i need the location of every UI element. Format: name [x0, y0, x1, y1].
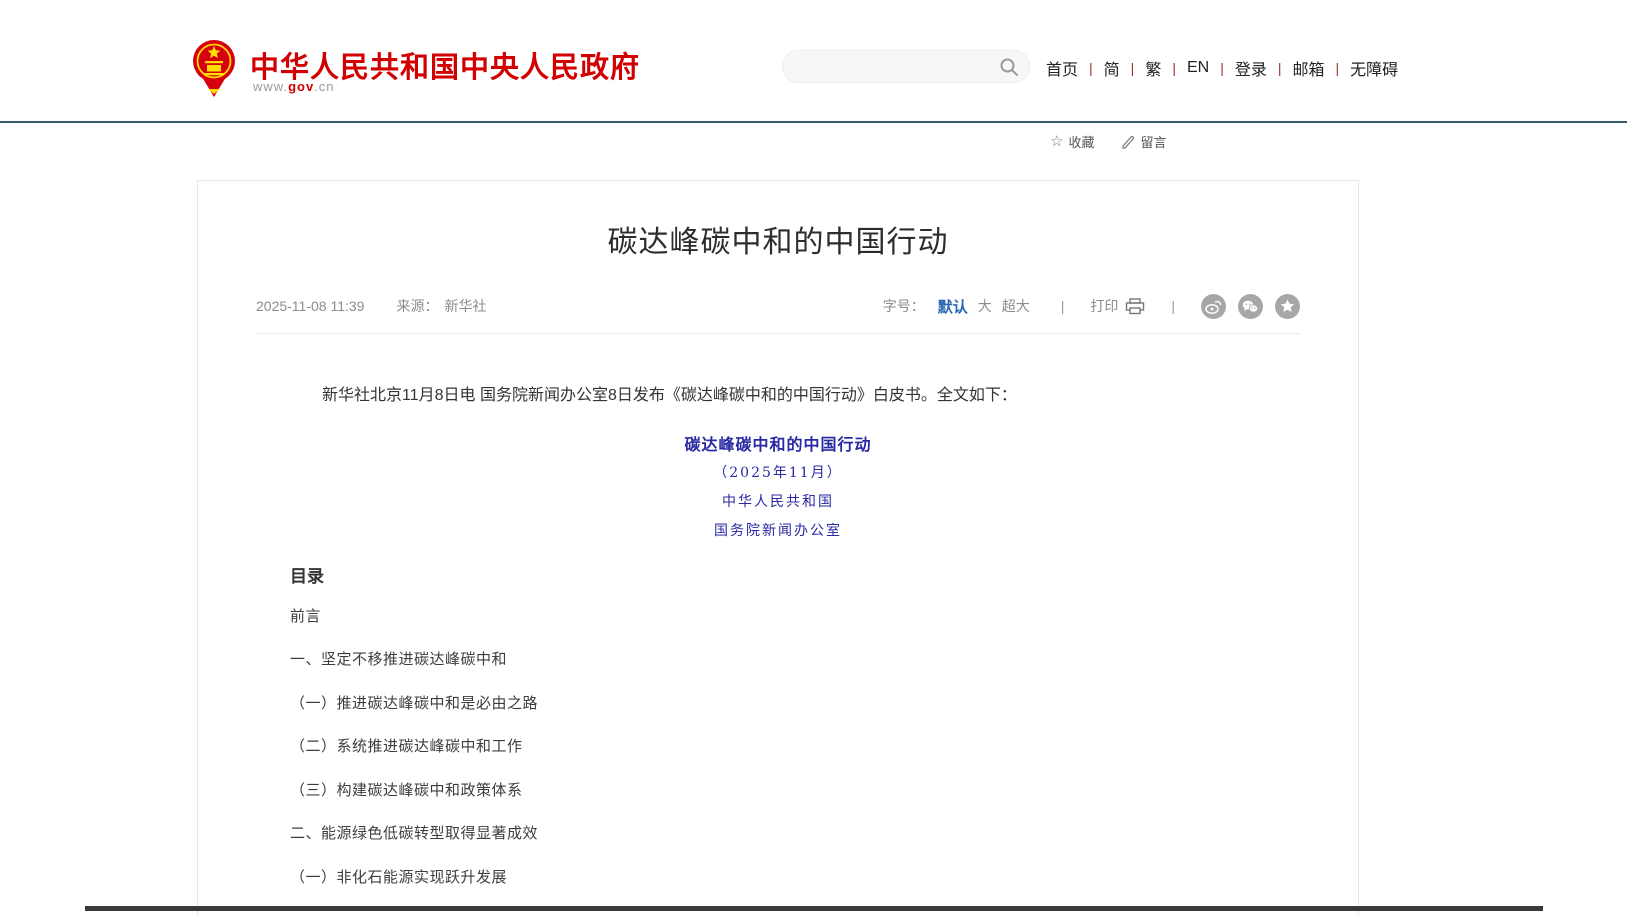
- nav-login[interactable]: 登录: [1235, 56, 1267, 80]
- search-box[interactable]: [782, 50, 1030, 83]
- document-date: （2025年11月）: [198, 462, 1358, 482]
- page: 中华人民共和国中央人民政府 www.gov.cn 首页 | 简 | 繁 | EN…: [0, 0, 1627, 915]
- wechat-share-icon[interactable]: [1238, 294, 1263, 319]
- fontsize-default-button[interactable]: 默认: [938, 296, 968, 317]
- printer-icon: [1125, 298, 1145, 315]
- favorite-label: 收藏: [1068, 132, 1094, 151]
- article-card: 碳达峰碳中和的中国行动 2025-11-08 11:39 来源： 新华社 字号：…: [197, 180, 1359, 915]
- bottom-edge-bar: [85, 906, 1543, 911]
- more-share-star-icon[interactable]: [1275, 294, 1300, 319]
- document-org-line2: 国务院新闻办公室: [198, 520, 1358, 540]
- toc-item: 二、能源绿色低碳转型取得显著成效: [290, 822, 538, 843]
- nav-separator: |: [1131, 60, 1135, 76]
- nav-separator: |: [1220, 60, 1224, 76]
- meta-divider: [256, 333, 1300, 334]
- nav-home[interactable]: 首页: [1046, 56, 1078, 80]
- message-label: 留言: [1140, 132, 1166, 151]
- meta-left: 2025-11-08 11:39 来源： 新华社: [256, 296, 486, 316]
- toc-item: 前言: [290, 605, 321, 626]
- message-button[interactable]: 留言: [1122, 132, 1166, 151]
- document-title: 碳达峰碳中和的中国行动: [198, 431, 1358, 455]
- article-title: 碳达峰碳中和的中国行动: [198, 217, 1358, 261]
- favorite-star-icon: ☆: [1050, 134, 1063, 149]
- share-icons: [1201, 294, 1300, 319]
- favorite-button[interactable]: ☆ 收藏: [1050, 132, 1094, 151]
- nav-separator: |: [1089, 60, 1093, 76]
- nav-simplified[interactable]: 简: [1104, 56, 1120, 80]
- toc-heading: 目录: [290, 562, 324, 587]
- print-button[interactable]: 打印: [1090, 296, 1145, 316]
- toc-item: （一）推进碳达峰碳中和是必由之路: [290, 692, 538, 713]
- fontsize-xlarge-button[interactable]: 超大: [1002, 296, 1030, 316]
- document-org-line1: 中华人民共和国: [198, 491, 1358, 511]
- nav-traditional[interactable]: 繁: [1145, 56, 1161, 80]
- search-input[interactable]: [799, 51, 999, 82]
- nav-english[interactable]: EN: [1187, 59, 1209, 77]
- site-url[interactable]: www.gov.cn: [253, 79, 335, 94]
- toc-item: （二）系统推进碳达峰碳中和工作: [290, 735, 523, 756]
- print-label: 打印: [1090, 296, 1118, 316]
- national-emblem-logo[interactable]: [192, 39, 236, 97]
- top-nav: 首页 | 简 | 繁 | EN | 登录 | 邮箱 | 无障碍: [1046, 56, 1398, 80]
- nav-separator: |: [1278, 60, 1282, 76]
- publish-date: 2025-11-08 11:39: [256, 298, 364, 314]
- fontsize-label: 字号：: [883, 296, 925, 316]
- nav-separator: |: [1336, 60, 1340, 76]
- national-emblem-icon: [192, 39, 236, 97]
- source-label: 来源：: [396, 296, 438, 316]
- lead-paragraph: 新华社北京11月8日电 国务院新闻办公室8日发布《碳达峰碳中和的中国行动》白皮书…: [290, 383, 1266, 409]
- meta-right: 字号： 默认 大 超大 | 打印 |: [883, 294, 1300, 319]
- quick-links: ☆ 收藏 留言: [1050, 132, 1166, 151]
- meta-separator: |: [1061, 298, 1065, 314]
- source-value: 新华社: [444, 296, 486, 316]
- pencil-icon: [1122, 135, 1135, 149]
- search-icon[interactable]: [999, 57, 1019, 77]
- article-meta-row: 2025-11-08 11:39 来源： 新华社 字号： 默认 大 超大 | 打…: [256, 291, 1300, 321]
- toc-item: （三）构建碳达峰碳中和政策体系: [290, 779, 523, 800]
- meta-separator: |: [1171, 298, 1175, 314]
- toc-item: （一）非化石能源实现跃升发展: [290, 866, 507, 887]
- nav-mail[interactable]: 邮箱: [1293, 56, 1325, 80]
- header-divider: [0, 121, 1627, 123]
- toc-item: 一、坚定不移推进碳达峰碳中和: [290, 648, 507, 669]
- nav-accessibility[interactable]: 无障碍: [1350, 56, 1398, 80]
- fontsize-large-button[interactable]: 大: [978, 296, 992, 316]
- nav-separator: |: [1172, 60, 1176, 76]
- weibo-share-icon[interactable]: [1201, 294, 1226, 319]
